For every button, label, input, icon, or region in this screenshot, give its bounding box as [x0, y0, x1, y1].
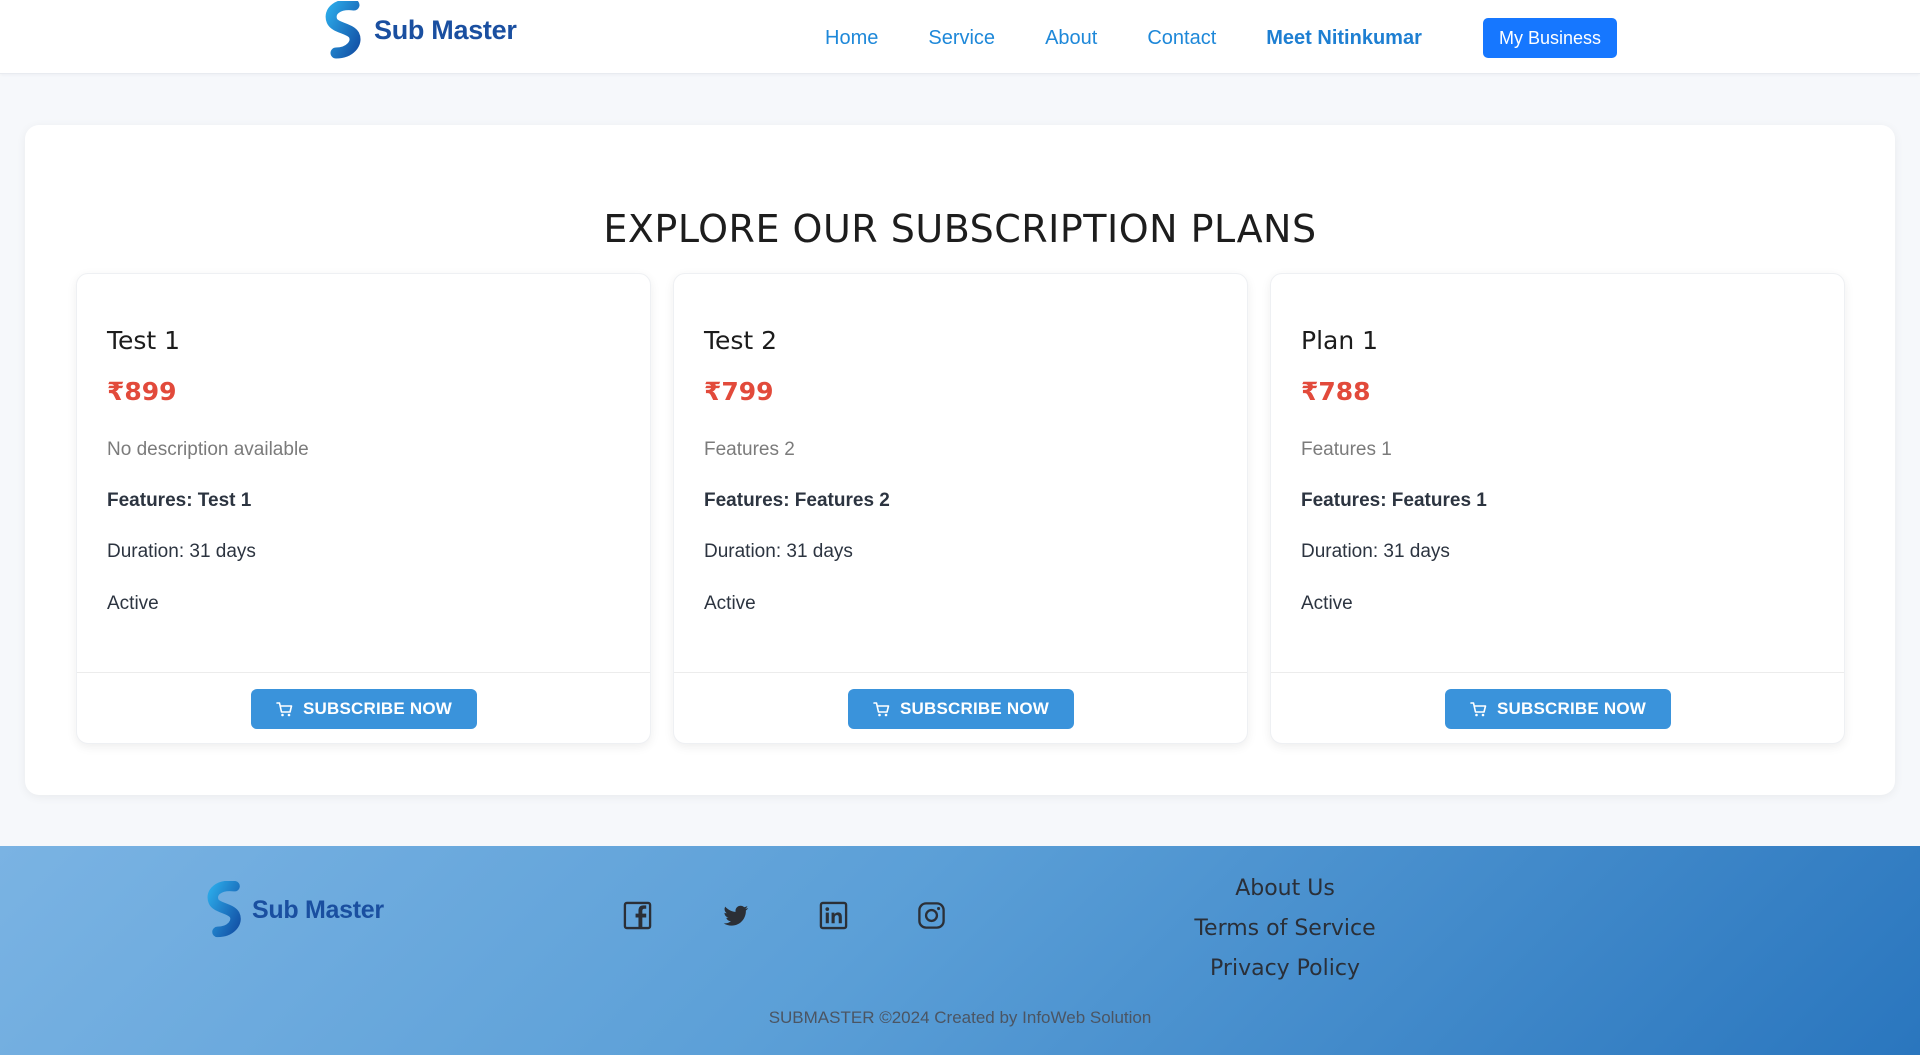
- main-nav: Home Service About Contact Meet Nitinkum…: [825, 0, 1472, 76]
- subscribe-label: SUBSCRIBE NOW: [303, 699, 452, 718]
- instagram-icon[interactable]: [916, 900, 947, 931]
- logo-s-icon: [207, 881, 241, 938]
- plan-features: Features: Test 1: [107, 490, 252, 511]
- nav-about[interactable]: About: [1045, 27, 1097, 50]
- plan-duration: Duration: 31 days: [704, 541, 853, 562]
- subscribe-button[interactable]: SUBSCRIBE NOW: [1445, 689, 1671, 729]
- plan-name: Test 2: [704, 326, 778, 355]
- plan-price: ₹899: [107, 377, 177, 406]
- card-divider: [674, 672, 1247, 673]
- footer-links: About Us Terms of Service Privacy Policy: [1140, 874, 1430, 984]
- cart-icon: [276, 701, 293, 716]
- plan-description: Features 1: [1301, 439, 1392, 460]
- brand-logo[interactable]: Sub Master: [324, 0, 517, 60]
- logo-s-icon: [325, 1, 361, 59]
- plan-duration: Duration: 31 days: [107, 541, 256, 562]
- cart-icon: [1470, 701, 1487, 716]
- copyright-text: SUBMASTER ©2024 Created by InfoWeb Solut…: [768, 1008, 1152, 1027]
- card-divider: [1271, 672, 1844, 673]
- footer-brand-logo[interactable]: Sub Master: [206, 880, 384, 940]
- plan-price: ₹799: [704, 377, 774, 406]
- linkedin-icon[interactable]: [818, 900, 849, 931]
- my-business-button[interactable]: My Business: [1483, 18, 1617, 58]
- plan-description: No description available: [107, 439, 309, 460]
- plan-features: Features: Features 1: [1301, 490, 1487, 511]
- plan-features: Features: Features 2: [704, 490, 890, 511]
- plan-status: Active: [704, 593, 756, 614]
- plan-card: Test 2 ₹799 Features 2 Features: Feature…: [673, 273, 1248, 744]
- plan-status: Active: [107, 593, 159, 614]
- social-links: [622, 900, 947, 931]
- nav-home[interactable]: Home: [825, 27, 878, 50]
- cart-icon: [873, 701, 890, 716]
- twitter-icon[interactable]: [720, 900, 751, 931]
- subscribe-button[interactable]: SUBSCRIBE NOW: [848, 689, 1074, 729]
- facebook-icon[interactable]: [622, 900, 653, 931]
- nav-service[interactable]: Service: [928, 27, 995, 50]
- nav-contact[interactable]: Contact: [1147, 27, 1216, 50]
- plan-status: Active: [1301, 593, 1353, 614]
- subscribe-button[interactable]: SUBSCRIBE NOW: [251, 689, 477, 729]
- section-title: EXPLORE OUR SUBSCRIPTION PLANS: [603, 207, 1317, 251]
- footer-link-terms[interactable]: Terms of Service: [1194, 914, 1375, 944]
- plan-description: Features 2: [704, 439, 795, 460]
- footer-link-privacy[interactable]: Privacy Policy: [1210, 954, 1360, 984]
- plan-duration: Duration: 31 days: [1301, 541, 1450, 562]
- plan-name: Test 1: [107, 326, 181, 355]
- nav-meet-nitinkumar[interactable]: Meet Nitinkumar: [1266, 27, 1422, 50]
- subscribe-label: SUBSCRIBE NOW: [1497, 699, 1646, 718]
- footer-link-about-us[interactable]: About Us: [1235, 874, 1335, 904]
- plan-name: Plan 1: [1301, 326, 1379, 355]
- card-divider: [77, 672, 650, 673]
- plans-section: EXPLORE OUR SUBSCRIPTION PLANS Test 1 ₹8…: [25, 125, 1895, 795]
- site-footer: Sub Master About Us Terms of Service Pri…: [0, 846, 1920, 1055]
- plan-card: Test 1 ₹899 No description available Fea…: [76, 273, 651, 744]
- plan-price: ₹788: [1301, 377, 1371, 406]
- brand-name: Sub Master: [374, 14, 517, 45]
- top-navbar: Sub Master Home Service About Contact Me…: [0, 0, 1920, 74]
- plan-card: Plan 1 ₹788 Features 1 Features: Feature…: [1270, 273, 1845, 744]
- subscribe-label: SUBSCRIBE NOW: [900, 699, 1049, 718]
- footer-brand-name: Sub Master: [252, 895, 384, 924]
